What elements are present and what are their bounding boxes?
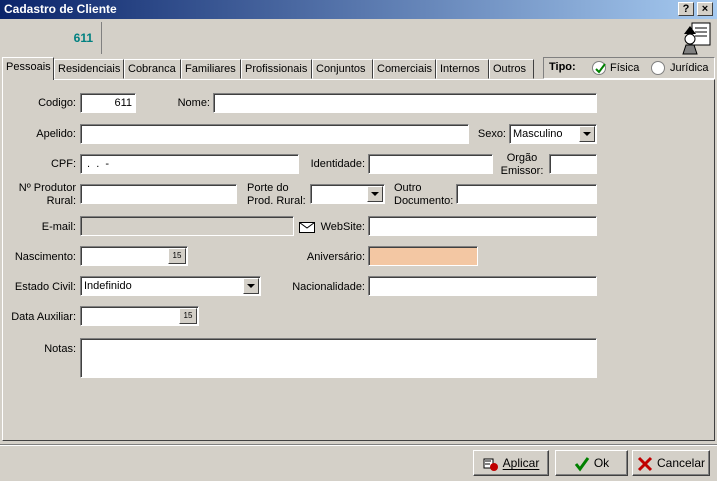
data-auxiliar-field[interactable]: 15: [80, 306, 199, 326]
window-titlebar: Cadastro de Cliente: [0, 0, 717, 19]
tab-comerciais[interactable]: Comerciais: [373, 59, 436, 79]
footer-divider: [0, 444, 717, 446]
nascimento-field[interactable]: 15: [80, 246, 188, 266]
ok-button[interactable]: Ok: [555, 450, 628, 476]
apelido-label: Apelido:: [36, 128, 76, 140]
check-icon: [595, 63, 606, 74]
sexo-value: Masculino: [513, 128, 563, 140]
tab-outros[interactable]: Outros: [489, 59, 534, 79]
aplicar-label: Aplicar: [502, 456, 540, 470]
nascimento-label: Nascimento:: [14, 251, 76, 263]
tab-profissionais[interactable]: Profissionais: [241, 59, 312, 79]
ok-label: Ok: [593, 456, 610, 470]
aplicar-button[interactable]: Aplicar: [473, 450, 549, 476]
estado-civil-value: Indefinido: [84, 280, 132, 292]
outro-label-2: Documento:: [394, 195, 454, 207]
nacionalidade-label: Nacionalidade:: [292, 281, 365, 293]
produtor-label-2: Rural:: [46, 195, 76, 207]
help-button[interactable]: ?: [678, 2, 694, 16]
tab-residenciais[interactable]: Residenciais: [54, 59, 124, 79]
record-bar: 611: [0, 19, 717, 57]
aniversario-field: [368, 246, 478, 266]
cancelar-label: Cancelar: [656, 456, 706, 470]
apelido-field[interactable]: [80, 124, 469, 144]
cancelar-button[interactable]: Cancelar: [632, 450, 710, 476]
tab-familiares[interactable]: Familiares: [181, 59, 241, 79]
tipo-label: Tipo:: [549, 61, 576, 73]
nacionalidade-field[interactable]: [368, 276, 597, 296]
data-auxiliar-label: Data Auxiliar:: [11, 311, 76, 323]
outro-label-1: Outro: [394, 182, 422, 194]
radio-fisica-label[interactable]: Física: [610, 62, 639, 74]
outro-documento-field[interactable]: [456, 184, 597, 204]
record-number: 611: [4, 22, 102, 54]
calendar-icon[interactable]: 15: [179, 308, 197, 324]
chevron-down-icon[interactable]: [243, 278, 259, 294]
sexo-select[interactable]: Masculino: [509, 124, 597, 144]
calendar-icon[interactable]: 15: [168, 248, 186, 264]
nome-field[interactable]: [213, 93, 597, 113]
email-label: E-mail:: [41, 221, 76, 233]
codigo-label: Codigo:: [38, 97, 76, 109]
cpf-label: CPF:: [50, 158, 76, 170]
chevron-down-icon[interactable]: [367, 186, 383, 202]
chevron-down-icon[interactable]: [579, 126, 595, 142]
email-field[interactable]: [80, 216, 294, 236]
radio-juridica[interactable]: [651, 61, 665, 75]
notas-label: Notas:: [44, 343, 76, 355]
window-title: Cadastro de Cliente: [4, 2, 117, 16]
tipo-group: Tipo: Física Jurídica: [543, 57, 715, 79]
orgao-label-2: Emissor:: [500, 165, 544, 177]
check-icon: [574, 456, 590, 472]
estado-civil-label: Estado Civil:: [14, 281, 76, 293]
porte-select[interactable]: [310, 184, 385, 204]
estado-civil-select[interactable]: Indefinido: [80, 276, 261, 296]
radio-juridica-label[interactable]: Jurídica: [670, 62, 709, 74]
envelope-icon[interactable]: [299, 222, 315, 233]
radio-fisica[interactable]: [592, 61, 606, 75]
nome-label: Nome:: [177, 97, 210, 109]
produtor-label-1: Nº Produtor: [18, 182, 76, 194]
tab-pessoais[interactable]: Pessoais: [2, 57, 54, 80]
aniversario-label: Aniversário:: [306, 251, 365, 263]
porte-label-2: Prod. Rural:: [247, 195, 306, 207]
orgao-label-1: Orgão: [506, 152, 538, 164]
apply-icon: [483, 458, 498, 471]
tab-cobranca[interactable]: Cobranca: [124, 59, 181, 79]
x-icon: [637, 456, 653, 471]
close-button[interactable]: ×: [697, 2, 713, 16]
orgao-emissor-field[interactable]: [549, 154, 597, 174]
produtor-rural-field[interactable]: [80, 184, 237, 204]
porte-label-1: Porte do: [247, 182, 289, 194]
sexo-label: Sexo:: [477, 128, 506, 140]
identidade-field[interactable]: [368, 154, 493, 174]
wizard-icon[interactable]: [680, 21, 714, 55]
identidade-label: Identidade:: [310, 158, 365, 170]
website-field[interactable]: [368, 216, 597, 236]
notas-textarea[interactable]: [80, 338, 597, 378]
codigo-field[interactable]: 611: [80, 93, 136, 113]
cpf-field[interactable]: . . -: [80, 154, 299, 174]
tab-internos[interactable]: Internos: [436, 59, 489, 79]
website-label: WebSite:: [320, 221, 365, 233]
tab-conjuntos[interactable]: Conjuntos: [312, 59, 373, 79]
